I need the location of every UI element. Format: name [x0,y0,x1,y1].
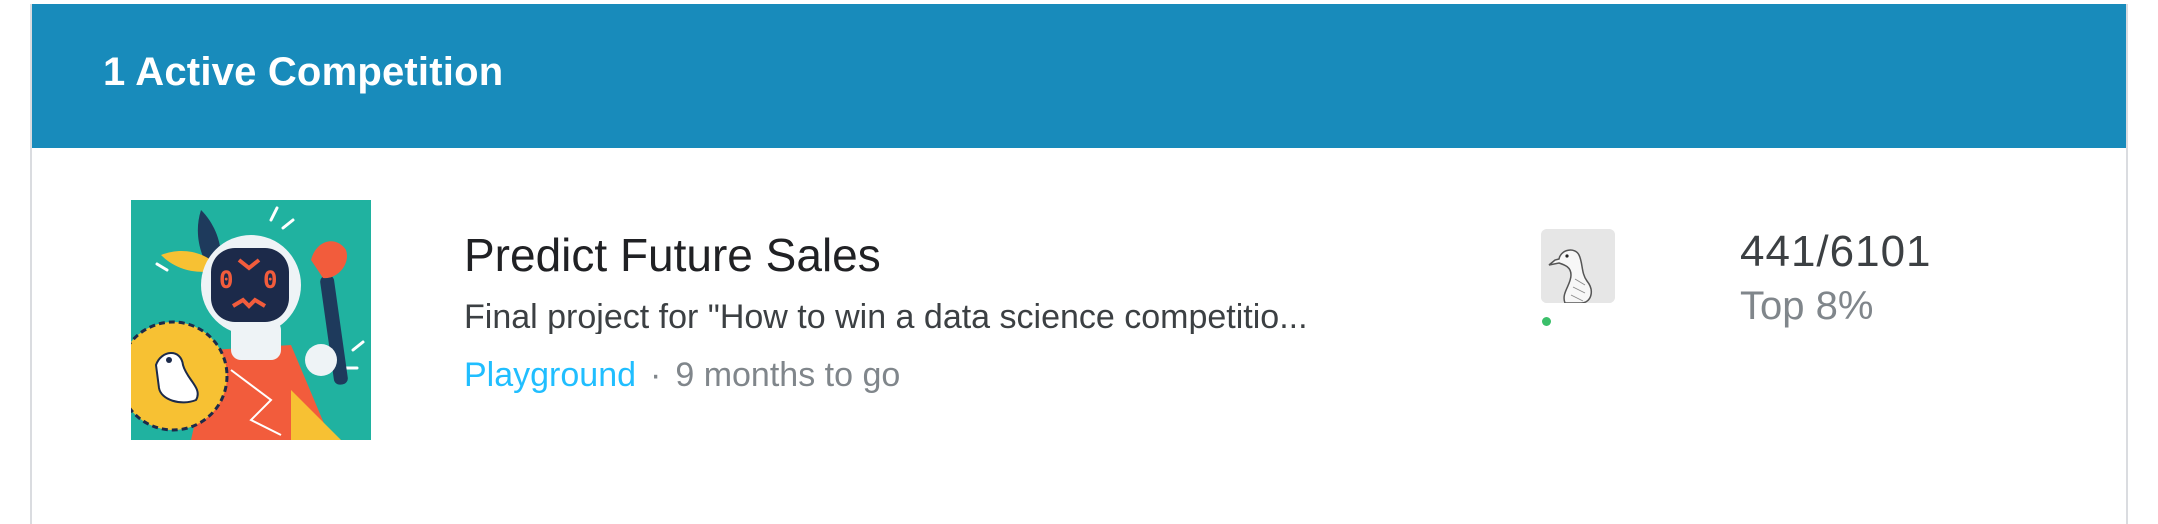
user-avatar[interactable] [1541,229,1615,303]
robot-gladiator-thumbnail-icon: 0 0 [131,200,371,440]
svg-text:0: 0 [263,266,277,294]
meta-separator: · [650,356,662,394]
leaderboard-rank: 441/6101 [1740,227,1932,276]
goose-avatar-icon [1541,229,1615,303]
competition-thumbnail[interactable]: 0 0 [131,200,371,440]
competition-meta: Playground · 9 months to go [464,358,900,392]
card-header: 1 Active Competition [32,4,2126,148]
card-header-title: 1 Active Competition [103,50,504,94]
svg-text:0: 0 [219,266,233,294]
category-link[interactable]: Playground [464,356,636,394]
leaderboard-percentile: Top 8% [1740,284,1874,328]
competition-description: Final project for "How to win a data sci… [464,300,1308,334]
online-status-indicator [1542,317,1551,326]
competition-title[interactable]: Predict Future Sales [464,232,881,278]
deadline-text: 9 months to go [675,356,901,394]
competition-list-item[interactable]: 0 0 Predict Future Sales Final project f… [32,148,2126,524]
active-competitions-card: 1 Active Competition 0 0 Predict Future … [30,4,2128,524]
